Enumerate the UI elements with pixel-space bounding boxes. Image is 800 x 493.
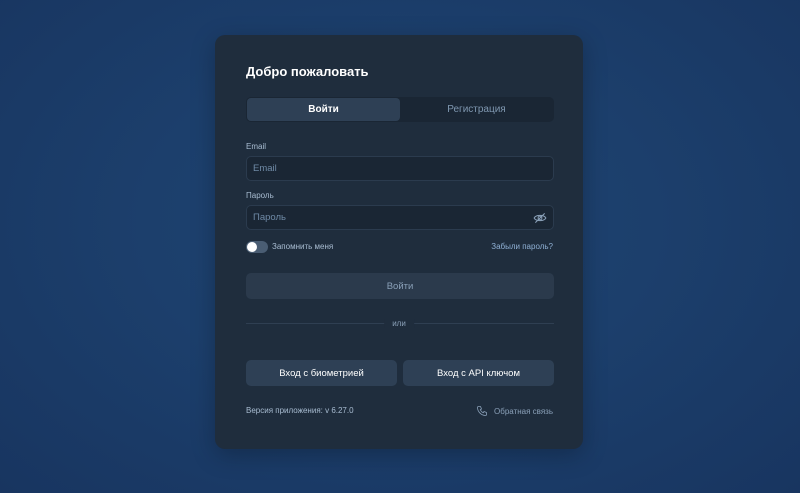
password-field[interactable]: Пароль <box>246 205 554 230</box>
email-field[interactable]: Email <box>246 156 554 181</box>
password-label: Пароль <box>246 191 274 200</box>
password-placeholder: Пароль <box>253 212 286 223</box>
app-version: Версия приложения: v 6.27.0 <box>246 406 354 415</box>
biometric-login-button[interactable]: Вход с биометрией <box>246 360 397 386</box>
remember-me-toggle[interactable] <box>246 241 268 253</box>
feedback-label: Обратная связь <box>494 406 553 416</box>
feedback-link[interactable]: Обратная связь <box>476 405 553 417</box>
eye-off-icon[interactable] <box>533 211 547 225</box>
phone-icon <box>477 406 487 416</box>
email-label: Email <box>246 142 267 151</box>
toggle-knob <box>247 242 257 252</box>
forgot-password-link[interactable]: Забыли пароль? <box>491 242 553 251</box>
login-card: Добро пожаловать Войти Регистрация Email… <box>215 35 583 449</box>
login-button[interactable]: Войти <box>246 273 554 299</box>
divider-text: или <box>384 319 414 328</box>
email-placeholder: Email <box>253 163 277 174</box>
remember-me-label: Запомнить меня <box>272 242 334 251</box>
api-key-login-button[interactable]: Вход с API ключом <box>403 360 554 386</box>
auth-tabs: Войти Регистрация <box>246 97 554 122</box>
tab-login[interactable]: Войти <box>247 98 400 121</box>
tab-register[interactable]: Регистрация <box>400 98 553 121</box>
card-title: Добро пожаловать <box>246 64 369 79</box>
